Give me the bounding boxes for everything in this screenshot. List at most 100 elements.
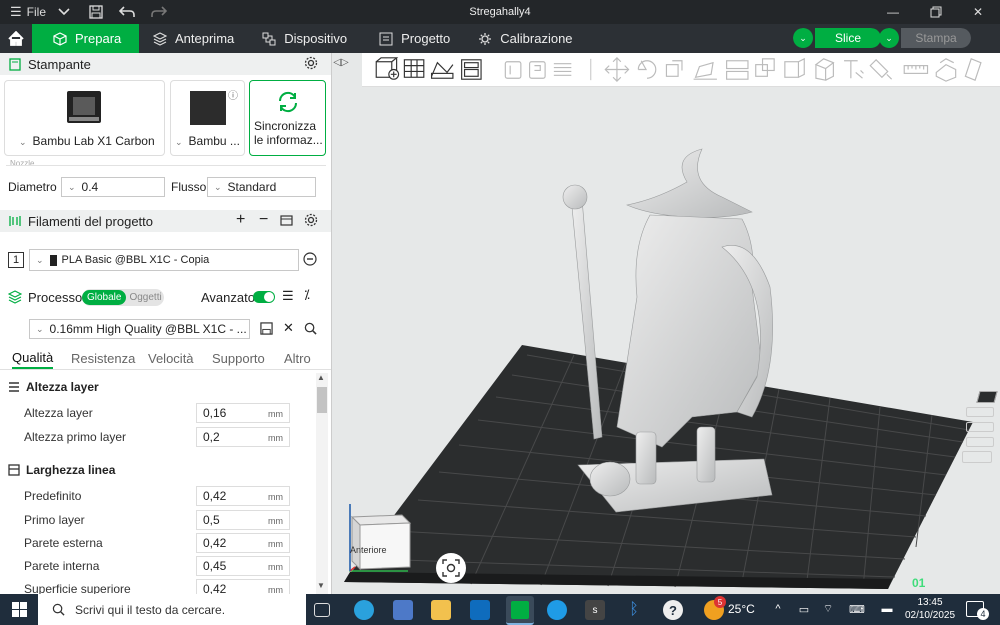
save-icon[interactable] — [84, 0, 108, 24]
collapse-sidebar-icon[interactable]: ◁▷ — [332, 53, 350, 71]
plate-settings-icon[interactable] — [962, 451, 992, 463]
default-width-input[interactable]: 0,42 mm — [196, 486, 290, 506]
filament-options-icon[interactable] — [303, 252, 317, 269]
taskbar-search[interactable]: Scrivi qui il testo da cercare. — [38, 594, 306, 625]
scale-icon[interactable] — [665, 60, 683, 77]
move-icon[interactable] — [604, 57, 630, 82]
top-surface-input[interactable]: 0,42 mm — [196, 579, 290, 594]
store-icon[interactable] — [393, 600, 413, 620]
plate-orient-icon[interactable] — [966, 422, 994, 432]
cut-icon[interactable] — [726, 60, 749, 80]
outlook-icon[interactable] — [470, 600, 490, 620]
list-view-icon[interactable]: ☰ — [282, 288, 294, 304]
file-explorer-icon[interactable] — [431, 600, 451, 620]
assembly-icon[interactable] — [935, 58, 957, 82]
help-icon[interactable]: ? — [663, 600, 683, 620]
tab-quality[interactable]: Qualità — [12, 347, 53, 369]
3d-viewport[interactable]: ◁▷ 01 Anteriore — [332, 53, 1000, 594]
print-button[interactable]: Stampa — [901, 28, 971, 48]
app-s-icon[interactable]: s — [585, 600, 605, 620]
toggle-global[interactable]: Globale — [82, 290, 127, 305]
first-layer-width-input[interactable]: 0,5 mm — [196, 510, 290, 530]
scroll-down-icon[interactable]: ▼ — [317, 581, 325, 590]
plate-type-dropdown[interactable]: ⌄ Bambu ... — [175, 134, 240, 148]
edge-icon[interactable] — [547, 600, 567, 620]
tab-preview[interactable]: Anteprima — [139, 24, 248, 53]
first-layer-height-input[interactable]: 0,2 mm — [196, 427, 290, 447]
scroll-up-icon[interactable]: ▲ — [317, 373, 325, 382]
home-button[interactable] — [0, 24, 32, 53]
mesh-split-icon[interactable] — [784, 57, 805, 78]
restore-icon[interactable] — [916, 0, 956, 24]
printer-card[interactable]: ⌄ Bambu Lab X1 Carbon — [4, 80, 165, 156]
undo-icon[interactable] — [108, 0, 146, 24]
bambu-studio-taskbar-button[interactable] — [506, 596, 534, 625]
tab-device[interactable]: Dispositivo — [248, 24, 361, 53]
slice-button[interactable]: Slice — [815, 28, 881, 48]
tab-speed[interactable]: Velocità — [148, 347, 194, 369]
boolean-icon[interactable] — [755, 58, 775, 77]
advanced-switch[interactable] — [253, 291, 275, 303]
scrollbar-thumb[interactable] — [317, 387, 327, 413]
text-tool-icon[interactable] — [844, 60, 864, 79]
tab-support[interactable]: Supporto — [212, 347, 265, 369]
add-object-icon[interactable] — [375, 57, 400, 80]
split-parts-icon[interactable] — [529, 61, 546, 79]
add-filament-icon[interactable]: + — [236, 211, 245, 229]
notifications-icon[interactable]: 4 — [966, 601, 989, 620]
inner-wall-input[interactable]: 0,45 mm — [196, 556, 290, 576]
minimize-icon[interactable]: — — [870, 0, 916, 24]
filament-edit-icon[interactable] — [280, 213, 294, 230]
view-cube[interactable]: Anteriore — [346, 501, 412, 577]
keyboard-icon[interactable]: ⌨ — [848, 603, 866, 616]
info-icon[interactable]: ⓘ — [228, 87, 238, 102]
weather-icon[interactable]: 5 — [704, 596, 726, 620]
battery-icon[interactable]: ▭ — [797, 603, 811, 616]
plate-arrange-icon[interactable] — [966, 407, 994, 417]
process-scope-toggle[interactable]: Globale Oggetti — [82, 289, 164, 306]
remove-filament-icon[interactable]: − — [259, 211, 268, 229]
cube-outline-icon[interactable] — [814, 58, 835, 81]
tab-project[interactable]: Progetto — [361, 24, 464, 53]
telegram-icon[interactable] — [354, 600, 374, 620]
toggle-objects[interactable]: Oggetti — [126, 292, 161, 303]
layer-height-input[interactable]: 0,16 mm — [196, 403, 290, 423]
filament-select[interactable]: ⌄ PLA Basic @BBL X1C - Copia — [29, 249, 299, 271]
plate-pick-icon[interactable] — [976, 391, 998, 403]
flow-select[interactable]: ⌄ Standard — [207, 177, 316, 197]
auto-orient-icon[interactable] — [430, 61, 454, 79]
tab-other[interactable]: Altro — [284, 347, 311, 369]
start-button[interactable] — [0, 594, 38, 625]
filament-settings-gear-icon[interactable] — [304, 213, 318, 230]
measure-icon[interactable] — [903, 65, 929, 74]
redo-icon[interactable] — [146, 0, 172, 24]
arrange-icon[interactable] — [461, 59, 482, 80]
search-settings-icon[interactable] — [304, 322, 317, 338]
reset-preset-icon[interactable]: ✕ — [283, 320, 294, 336]
tab-prepare[interactable]: Prepara — [32, 24, 139, 53]
task-view-icon[interactable] — [314, 603, 330, 617]
process-preset-select[interactable]: ⌄ 0.16mm High Quality @BBL X1C - ... — [29, 319, 250, 339]
wifi-off-icon[interactable]: ⌔ — [821, 603, 835, 615]
plate-lock-icon[interactable] — [966, 437, 994, 447]
plate-card[interactable]: ⓘ ⌄ Bambu ... — [170, 80, 245, 156]
print-dropdown-icon[interactable]: ⌄ — [879, 28, 899, 48]
camera-view-button[interactable] — [436, 553, 466, 583]
split-objects-icon[interactable] — [504, 61, 522, 79]
menu-dropdown-icon[interactable] — [44, 0, 84, 24]
add-plate-icon[interactable] — [403, 59, 425, 78]
printer-name-dropdown[interactable]: ⌄ Bambu Lab X1 Carbon — [19, 134, 155, 148]
diameter-select[interactable]: ⌄ 0.4 — [61, 177, 165, 197]
settings-scrollbar[interactable]: ▲ ▼ — [316, 373, 328, 594]
printer-settings-gear-icon[interactable] — [304, 56, 318, 73]
save-preset-icon[interactable] — [260, 322, 273, 338]
close-icon[interactable]: ✕ — [956, 0, 1000, 24]
layers-toolbar-icon[interactable] — [553, 63, 572, 76]
slice-dropdown-icon[interactable]: ⌄ — [793, 28, 813, 48]
compare-icon[interactable]: ⁒ — [304, 287, 310, 303]
tab-calibration[interactable]: Calibrazione — [464, 24, 586, 53]
bluetooth-icon[interactable]: ᛒ — [624, 600, 644, 620]
show-hidden-icons[interactable]: ^ — [771, 603, 785, 615]
file-menu-button[interactable]: ☰ File — [0, 0, 46, 24]
tab-strength[interactable]: Resistenza — [71, 347, 135, 369]
